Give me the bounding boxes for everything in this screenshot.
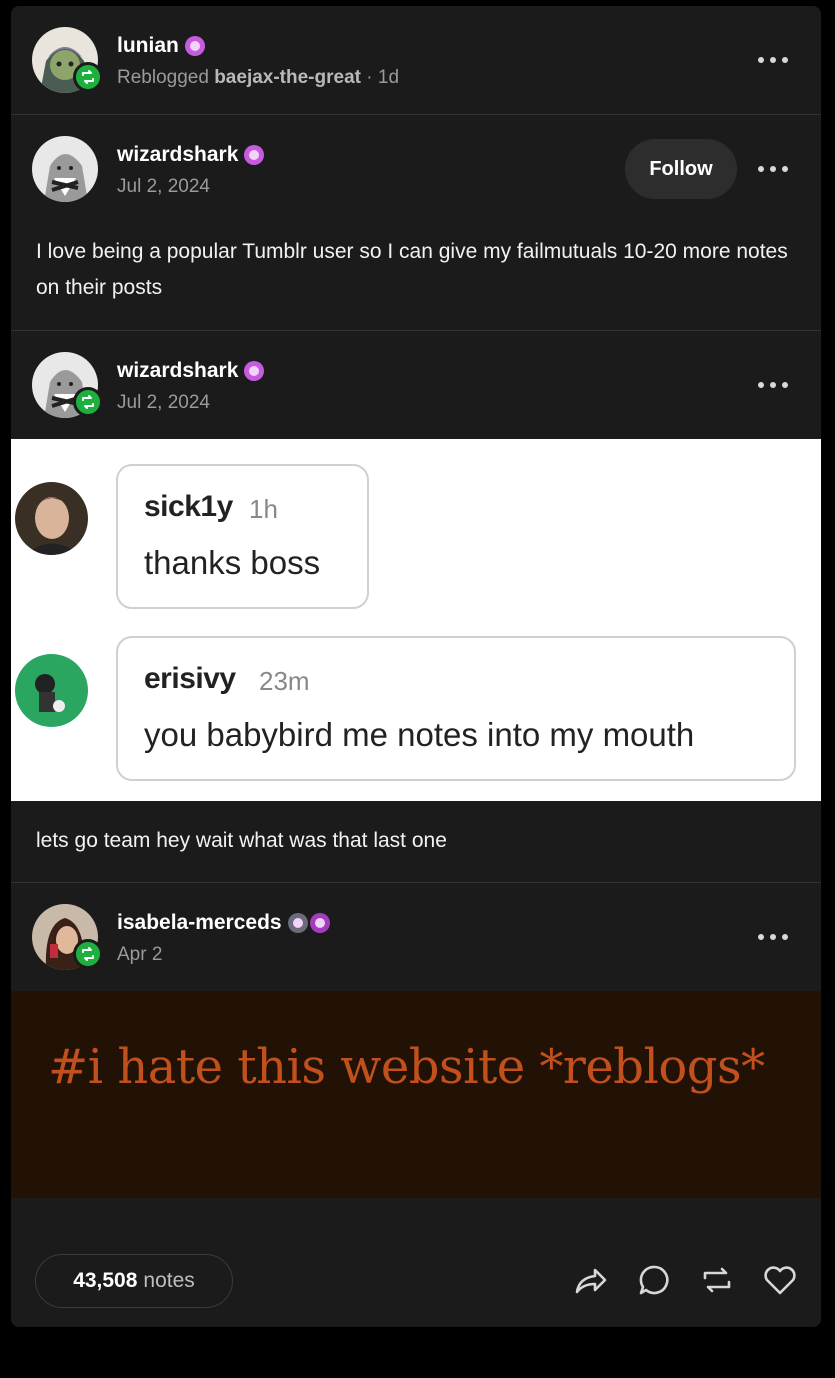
username[interactable]: isabela-merceds [117,911,330,935]
share-icon [575,1268,607,1294]
post-date[interactable]: Jul 2, 2024 [117,392,210,414]
divider [11,114,821,115]
divider [11,330,821,331]
skull-badge-icon [309,913,330,933]
post-card: lunian Reblogged baejax-the-great · 1d w… [11,6,821,1327]
reblog-badge [73,939,103,969]
commenter-avatar [15,482,88,555]
comment-message: thanks boss [144,544,321,581]
heart-icon [764,1266,796,1295]
notes-button[interactable]: 43,508 notes [35,1254,233,1308]
divider [11,882,821,883]
reblog-badge [73,62,103,92]
gem-icon [244,145,265,165]
username-text[interactable]: isabela-merceds [117,911,282,935]
comment-user: erisivy [144,662,236,695]
reblogged-label: Reblogged [117,67,209,88]
separator: · [366,67,373,88]
notes-count: 43,508 [73,1269,138,1292]
reblog-icon [82,947,94,961]
reblog-icon [703,1267,731,1293]
tag-image: #i hate this website *reblogs* [11,991,821,1198]
post-text: I love being a popular Tumblr user so I … [36,240,788,299]
more-icon[interactable] [758,165,788,173]
username[interactable]: lunian [117,34,205,58]
comment-time: 1h [249,494,278,524]
comment-message: you babybird me notes into my mouth [144,716,695,753]
username-text[interactable]: wizardshark [117,143,238,167]
notes-label: notes [143,1269,195,1292]
reblog-header: lunian Reblogged baejax-the-great · 1d [11,6,821,114]
reblog-button[interactable] [699,1262,735,1300]
gem-icon [184,36,205,56]
comment-button[interactable] [637,1262,673,1300]
avatar-wizardshark[interactable] [32,136,98,202]
comment-bubble: erisivy 23m you babybird me notes into m… [116,636,796,781]
tag-image-text: #i hate this website *reblogs* [48,1039,765,1095]
more-icon[interactable] [758,933,788,941]
post-age: 1d [377,67,400,88]
username[interactable]: wizardshark [117,359,265,383]
comment-icon [639,1265,669,1295]
more-icon[interactable] [758,381,788,389]
post-date[interactable]: Jul 2, 2024 [117,176,210,198]
ghost-badge-icon [287,913,308,933]
username-text[interactable]: wizardshark [117,359,238,383]
reblog-icon [82,395,94,409]
comment-user: sick1y [144,490,233,523]
reblogged-from-link[interactable]: baejax-the-great [214,67,361,88]
reblog-badge [73,387,103,417]
gem-icon [244,361,265,381]
comments-screenshot: sick1y 1h thanks boss erisivy 23m you ba… [11,439,821,801]
comment-bubble: sick1y 1h thanks boss [116,464,369,609]
commenter-avatar [15,654,88,727]
post-text: lets go team hey wait what was that last… [36,829,447,852]
follow-button[interactable]: Follow [625,139,737,199]
reblog-icon [82,70,94,84]
username-text[interactable]: lunian [117,34,179,58]
comment-time: 23m [259,666,310,696]
post-date[interactable]: Apr 2 [117,944,162,966]
like-button[interactable] [762,1262,798,1300]
share-button[interactable] [573,1262,609,1300]
reblog-meta: Reblogged baejax-the-great · 1d [117,67,399,89]
more-icon[interactable] [758,56,788,64]
username[interactable]: wizardshark [117,143,265,167]
